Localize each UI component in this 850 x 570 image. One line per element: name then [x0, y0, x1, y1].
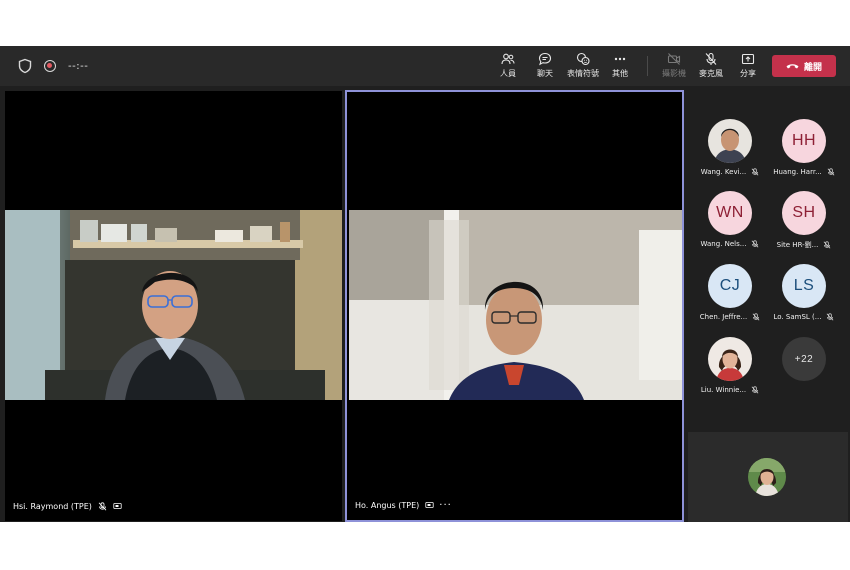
participant-name: Ho. Angus (TPE): [355, 501, 420, 510]
people-button[interactable]: 人員: [491, 52, 525, 79]
chat-label: 聊天: [537, 69, 553, 78]
record-icon: [44, 60, 56, 72]
participant-name: Liu. Winnie...: [700, 386, 747, 394]
participant-name: Huang. Harr...: [773, 168, 822, 176]
mic-button[interactable]: 麥克風: [694, 52, 728, 79]
participant-wang-kevin[interactable]: Wang. Kevi...: [695, 119, 765, 176]
mic-off-icon: [823, 241, 831, 249]
meeting-timer: --:--: [68, 60, 89, 72]
self-avatar[interactable]: [748, 458, 786, 496]
meeting-toolbar: --:-- 人員 聊天 表情符號 其他 攝影機 麥克風 分享 離開: [0, 46, 850, 86]
participant-label: Wang. Kevi...: [695, 168, 765, 176]
participant-wang-nelson[interactable]: WN Wang. Nels...: [695, 191, 765, 248]
meeting-info: --:--: [17, 58, 88, 74]
participant-label: Site HR-劉...: [769, 240, 839, 250]
mic-off-icon: [751, 168, 759, 176]
participant-name: Wang. Nels...: [700, 240, 747, 248]
self-preview-area: [688, 432, 848, 522]
mic-label: 麥克風: [699, 69, 723, 78]
toolbar-divider: [647, 56, 648, 76]
avatar: CJ: [708, 264, 752, 308]
participants-gallery: Wang. Kevi... HH Huang. Harr... WN Wang.…: [688, 91, 848, 431]
participant-lo-samsl[interactable]: LS Lo. SamSL (...: [769, 264, 839, 321]
more-label: 其他: [612, 69, 628, 78]
chat-icon: [538, 52, 552, 66]
participant-label: Liu. Winnie...: [695, 386, 765, 394]
more-button[interactable]: 其他: [603, 52, 637, 79]
participant-name: Hsi. Raymond (TPE): [13, 502, 92, 511]
share-icon: [741, 53, 755, 65]
participant-name: Lo. SamSL (...: [773, 313, 822, 321]
avatar: LS: [782, 264, 826, 308]
avatar: [708, 119, 752, 163]
camera-label: 攝影機: [662, 69, 686, 78]
video-tile-angus[interactable]: Ho. Angus (TPE) ···: [345, 90, 684, 522]
mic-off-icon: [98, 502, 107, 511]
participant-name-tag: Hsi. Raymond (TPE): [13, 502, 122, 511]
overflow-count: +22: [782, 337, 826, 381]
mic-off-icon: [827, 168, 835, 176]
screen-share-icon: [425, 502, 434, 508]
participant-name-tag: Ho. Angus (TPE) ···: [355, 500, 452, 510]
video-tile-raymond[interactable]: Hsi. Raymond (TPE): [5, 91, 342, 521]
reactions-label: 表情符號: [567, 69, 599, 78]
people-label: 人員: [500, 69, 516, 78]
leave-label: 離開: [803, 62, 822, 73]
mic-off-icon: [705, 52, 717, 65]
chat-button[interactable]: 聊天: [528, 52, 562, 79]
more-participants[interactable]: +22: [769, 337, 839, 381]
share-button[interactable]: 分享: [731, 52, 765, 79]
participant-name: Wang. Kevi...: [700, 168, 747, 176]
people-icon: [501, 53, 515, 65]
reactions-button[interactable]: 表情符號: [565, 52, 601, 79]
participant-label: Wang. Nels...: [695, 240, 765, 248]
share-label: 分享: [740, 69, 756, 78]
tile-more-options[interactable]: ···: [439, 500, 452, 510]
participant-label: Chen. Jeffre...: [695, 313, 765, 321]
participant-label: Lo. SamSL (...: [769, 313, 839, 321]
camera-button[interactable]: 攝影機: [657, 52, 691, 79]
mic-off-icon: [751, 386, 759, 394]
avatar: [708, 337, 752, 381]
leave-button[interactable]: 離開: [772, 55, 836, 77]
participant-video: [5, 210, 342, 400]
avatar: SH: [782, 191, 826, 235]
participant-site-hr[interactable]: SH Site HR-劉...: [769, 191, 839, 250]
phone-icon: [786, 64, 799, 69]
teams-meeting-window: --:-- 人員 聊天 表情符號 其他 攝影機 麥克風 分享 離開 Hsi. R…: [0, 46, 850, 522]
participant-chen-jeffrey[interactable]: CJ Chen. Jeffre...: [695, 264, 765, 321]
mic-off-icon: [752, 313, 760, 321]
participant-huang-harry[interactable]: HH Huang. Harr...: [769, 119, 839, 176]
mic-off-icon: [752, 240, 759, 248]
participant-name: Site HR-劉...: [776, 241, 819, 249]
avatar: HH: [782, 119, 826, 163]
screen-share-icon: [113, 503, 122, 509]
shield-icon: [18, 58, 32, 74]
avatar: WN: [708, 191, 752, 235]
more-icon: [614, 57, 626, 61]
camera-off-icon: [667, 53, 681, 65]
participant-label: Huang. Harr...: [769, 168, 839, 176]
participant-video: [349, 210, 682, 400]
participant-name: Chen. Jeffre...: [699, 313, 748, 321]
reactions-icon: [576, 52, 590, 66]
participant-liu-winnie[interactable]: Liu. Winnie...: [695, 337, 765, 394]
mic-off-icon: [827, 313, 834, 321]
